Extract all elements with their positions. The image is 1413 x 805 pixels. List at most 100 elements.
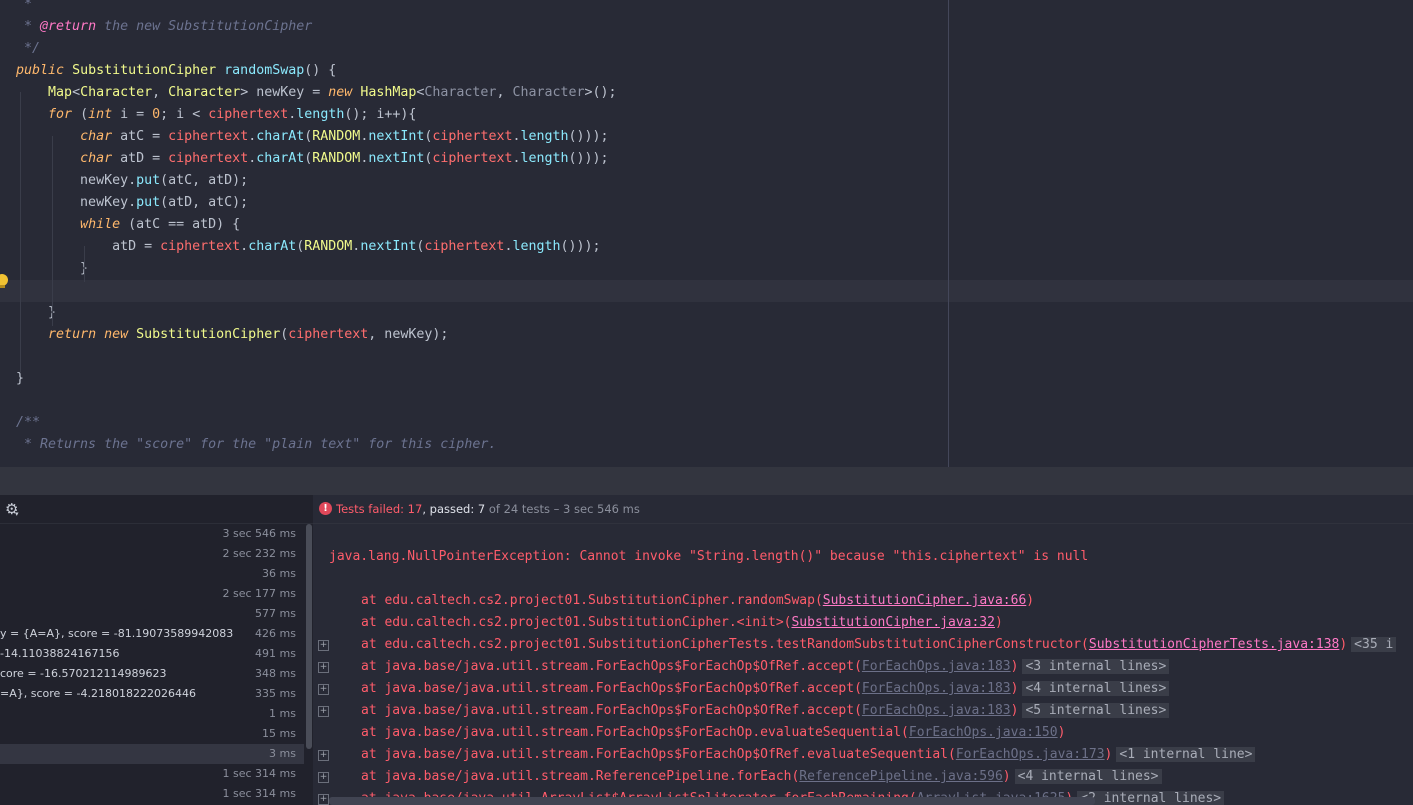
code-token-method: randomSwap: [224, 63, 305, 78]
test-status-bar: ! Tests failed: 17, passed: 7 of 24 test…: [313, 495, 1413, 524]
code-token-field: ciphertext: [424, 239, 505, 254]
source-link[interactable]: ReferencePipeline.java:596: [799, 769, 1003, 784]
code-token-call: put: [136, 195, 161, 210]
code-line[interactable]: [0, 346, 1413, 368]
expand-icon[interactable]: +: [318, 750, 329, 761]
test-results-tree[interactable]: ⚙ ▾ 3 sec 546 ms 2 sec 232 ms 36 ms 2 sec 1…: [0, 495, 313, 805]
code-token-plain: >();: [584, 85, 617, 100]
code-token-comment: /**: [0, 415, 41, 430]
code-token-type: Character: [168, 85, 241, 100]
test-tree-row[interactable]: 2 sec 232 ms: [0, 544, 304, 564]
code-token-keyword: public: [0, 63, 73, 78]
internal-lines-fold[interactable]: <1 internal line>: [1116, 747, 1256, 762]
trace-frame-suffix: ): [994, 615, 1003, 630]
expand-icon[interactable]: +: [318, 640, 329, 651]
panel-divider[interactable]: [0, 467, 1413, 495]
source-link[interactable]: SubstitutionCipher.java:66: [823, 593, 1027, 608]
code-token-call: length: [512, 239, 561, 254]
test-tree-row[interactable]: core = -16.570212114989623 348 ms: [0, 664, 304, 684]
expand-icon[interactable]: +: [318, 684, 329, 695]
source-link[interactable]: ForEachOps.java:183: [862, 659, 1011, 674]
trace-frame-suffix: ): [1339, 637, 1348, 652]
code-line[interactable]: * Returns the "score" for the "plain tex…: [0, 434, 1413, 456]
test-duration: 1 ms: [269, 707, 296, 720]
trace-frame-text: at java.base/java.util.stream.ForEachOps…: [361, 681, 862, 696]
scrollbar-thumb[interactable]: [306, 524, 312, 749]
code-line[interactable]: *: [0, 0, 1413, 16]
code-token-comment: the new SubstitutionCipher: [96, 19, 313, 34]
trace-frame-text: at java.base/java.util.stream.ForEachOps…: [361, 747, 956, 762]
trace-frame-suffix: ): [1057, 725, 1066, 740]
code-line[interactable]: * @return the new SubstitutionCipher: [0, 16, 1413, 38]
test-tree-row[interactable]: 1 ms: [0, 704, 304, 724]
code-line[interactable]: char atD = ciphertext.charAt(RANDOM.next…: [0, 148, 1413, 170]
code-editor[interactable]: * * @return the new SubstitutionCipher *…: [0, 0, 1413, 467]
expand-icon[interactable]: +: [318, 772, 329, 783]
code-line[interactable]: atD = ciphertext.charAt(RANDOM.nextInt(c…: [0, 236, 1413, 258]
test-tree-row[interactable]: 15 ms: [0, 724, 304, 744]
code-line[interactable]: public SubstitutionCipher randomSwap() {: [0, 60, 1413, 82]
internal-lines-fold[interactable]: <4 internal lines>: [1022, 681, 1170, 696]
code-token-plain: atD =: [0, 239, 161, 254]
chevron-down-icon[interactable]: ▾: [15, 510, 19, 518]
code-token-type: SubstitutionCipher: [136, 327, 281, 342]
code-token-type: Character: [80, 85, 153, 100]
source-link[interactable]: ForEachOps.java:173: [956, 747, 1105, 762]
horizontal-scrollbar[interactable]: [329, 797, 1095, 805]
code-line[interactable]: Map<Character, Character> newKey = new H…: [0, 82, 1413, 104]
code-token-plain: <: [72, 85, 81, 100]
test-name: -14.11038824167156: [0, 647, 120, 660]
code-token-plain: (: [80, 107, 89, 122]
code-line[interactable]: /**: [0, 412, 1413, 434]
code-token-type: RANDOM: [304, 239, 353, 254]
code-token-plain: }: [0, 305, 57, 320]
code-line[interactable]: return new SubstitutionCipher(ciphertext…: [0, 324, 1413, 346]
test-tree-row[interactable]: =A}, score = -4.218018222026446 335 ms: [0, 684, 304, 704]
code-line[interactable]: }: [0, 258, 1413, 280]
code-token-type: Map: [48, 85, 73, 100]
code-token-annotation: @return: [40, 19, 97, 34]
test-tree-row[interactable]: 36 ms: [0, 564, 304, 584]
test-tree-row[interactable]: 3 ms: [0, 744, 304, 764]
expand-icon[interactable]: +: [318, 662, 329, 673]
trace-frame-suffix: ): [1010, 703, 1019, 718]
code-line[interactable]: [0, 280, 1413, 302]
expand-icon[interactable]: +: [318, 706, 329, 717]
test-tree-row[interactable]: y = {A=A}, score = -81.19073589942083 426…: [0, 624, 304, 644]
code-line[interactable]: while (atC == atD) {: [0, 214, 1413, 236]
source-link[interactable]: SubstitutionCipherTests.java:138: [1089, 637, 1339, 652]
code-line[interactable]: char atC = ciphertext.charAt(RANDOM.next…: [0, 126, 1413, 148]
code-line[interactable]: newKey.put(atC, atD);: [0, 170, 1413, 192]
test-tree-row[interactable]: -14.11038824167156 491 ms: [0, 644, 304, 664]
test-tree-row[interactable]: 2 sec 177 ms: [0, 584, 304, 604]
test-duration: 335 ms: [255, 687, 296, 700]
internal-lines-fold[interactable]: <5 internal lines>: [1022, 703, 1170, 718]
expand-icon[interactable]: +: [318, 794, 329, 805]
code-line[interactable]: */: [0, 38, 1413, 60]
test-tree-row[interactable]: 3 sec 546 ms: [0, 524, 304, 544]
source-link[interactable]: ForEachOps.java:183: [862, 703, 1011, 718]
test-tree-row[interactable]: 577 ms: [0, 604, 304, 624]
test-console[interactable]: ! Tests failed: 17, passed: 7 of 24 test…: [313, 495, 1413, 805]
internal-lines-fold[interactable]: <2 internal lines>: [1077, 791, 1225, 805]
code-line[interactable]: [0, 390, 1413, 412]
trace-frame-suffix: ): [1010, 659, 1019, 674]
test-tree-row[interactable]: 1 sec 314 ms: [0, 784, 304, 804]
code-line[interactable]: newKey.put(atD, atC);: [0, 192, 1413, 214]
source-link[interactable]: ForEachOps.java:150: [909, 725, 1058, 740]
source-link[interactable]: ForEachOps.java:183: [862, 681, 1011, 696]
internal-lines-fold[interactable]: <35 i: [1351, 637, 1397, 652]
code-line[interactable]: }: [0, 368, 1413, 390]
test-tree-row[interactable]: 1 sec 314 ms: [0, 764, 304, 784]
code-token-type: HashMap: [360, 85, 417, 100]
internal-lines-fold[interactable]: <3 internal lines>: [1022, 659, 1170, 674]
code-token-call: charAt: [256, 129, 305, 144]
source-link[interactable]: SubstitutionCipher.java:32: [791, 615, 995, 630]
code-line[interactable]: for (int i = 0; i < ciphertext.length();…: [0, 104, 1413, 126]
internal-lines-fold[interactable]: <4 internal lines>: [1014, 769, 1162, 784]
stack-trace-line: at java.base/java.util.stream.ForEachOps…: [361, 656, 1170, 678]
code-line[interactable]: }: [0, 302, 1413, 324]
stack-trace-line: at java.base/java.util.stream.ForEachOps…: [361, 744, 1256, 766]
